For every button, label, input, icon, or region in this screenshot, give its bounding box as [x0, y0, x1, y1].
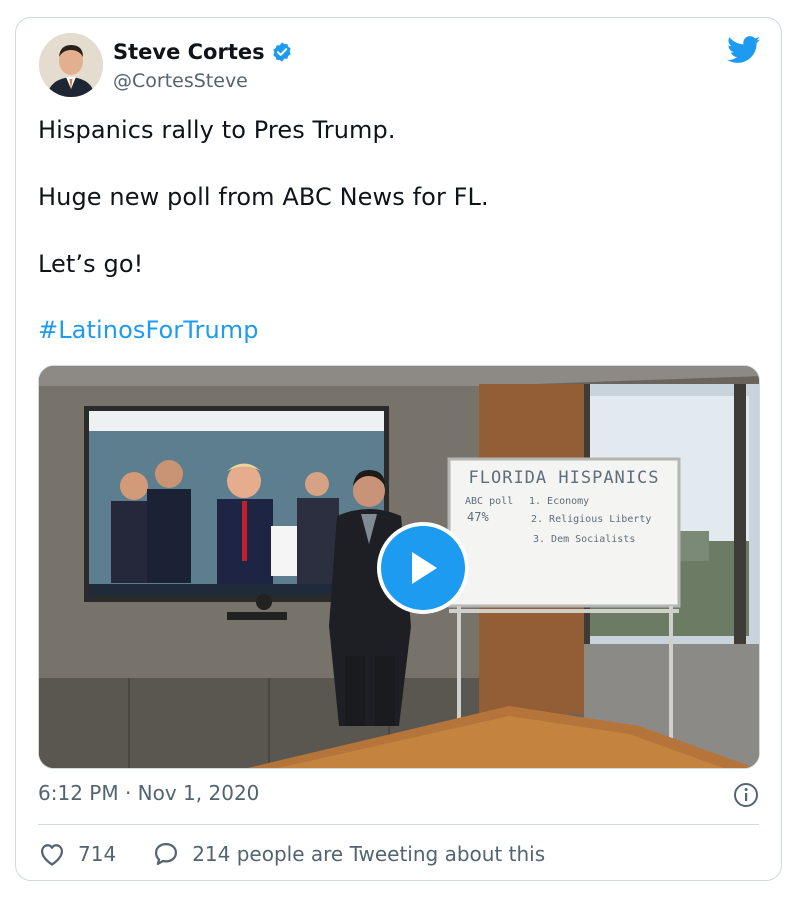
like-button[interactable]: 714: [38, 840, 116, 868]
conversation-text: 214 people are Tweeting about this: [192, 842, 546, 866]
conversation-link[interactable]: 214 people are Tweeting about this: [152, 840, 545, 868]
tweet-timestamp[interactable]: 6:12 PM · Nov 1, 2020: [38, 781, 259, 805]
whiteboard-poll-label: ABC poll: [465, 496, 514, 507]
whiteboard-title: FLORIDA HISPANICS: [468, 468, 660, 488]
like-count: 714: [78, 842, 117, 866]
whiteboard-item-1: 1. Economy: [529, 496, 590, 507]
video-player[interactable]: FLORIDA HISPANICS ABC poll 47% 1. Econom…: [38, 365, 760, 769]
tweet-text-line-2: Huge new poll from ABC News for FL.: [38, 183, 489, 211]
avatar-image: [39, 33, 103, 97]
verified-badge-icon: [273, 42, 291, 62]
tweet-text-line-1: Hispanics rally to Pres Trump.: [38, 116, 396, 144]
whiteboard-poll-value: 47%: [467, 510, 489, 524]
author-display-name[interactable]: Steve Cortes: [113, 40, 265, 64]
play-icon: [412, 552, 437, 584]
speech-bubble-icon: [155, 842, 178, 866]
hashtag-link[interactable]: #LatinosForTrump: [38, 316, 259, 344]
tweet-card[interactable]: Steve Cortes @CortesSteve Hispanics rall…: [15, 17, 782, 881]
whiteboard-item-3: 3. Dem Socialists: [533, 534, 636, 545]
avatar[interactable]: [39, 33, 103, 97]
heart-icon: [40, 844, 64, 866]
play-button[interactable]: [377, 522, 469, 614]
info-icon[interactable]: [733, 782, 759, 808]
divider: [38, 824, 759, 825]
tweet-text-line-3: Let’s go!: [38, 250, 144, 278]
author-handle[interactable]: @CortesSteve: [113, 70, 248, 92]
twitter-bird-icon[interactable]: [727, 36, 761, 64]
whiteboard-item-2: 2. Religious Liberty: [531, 514, 652, 525]
